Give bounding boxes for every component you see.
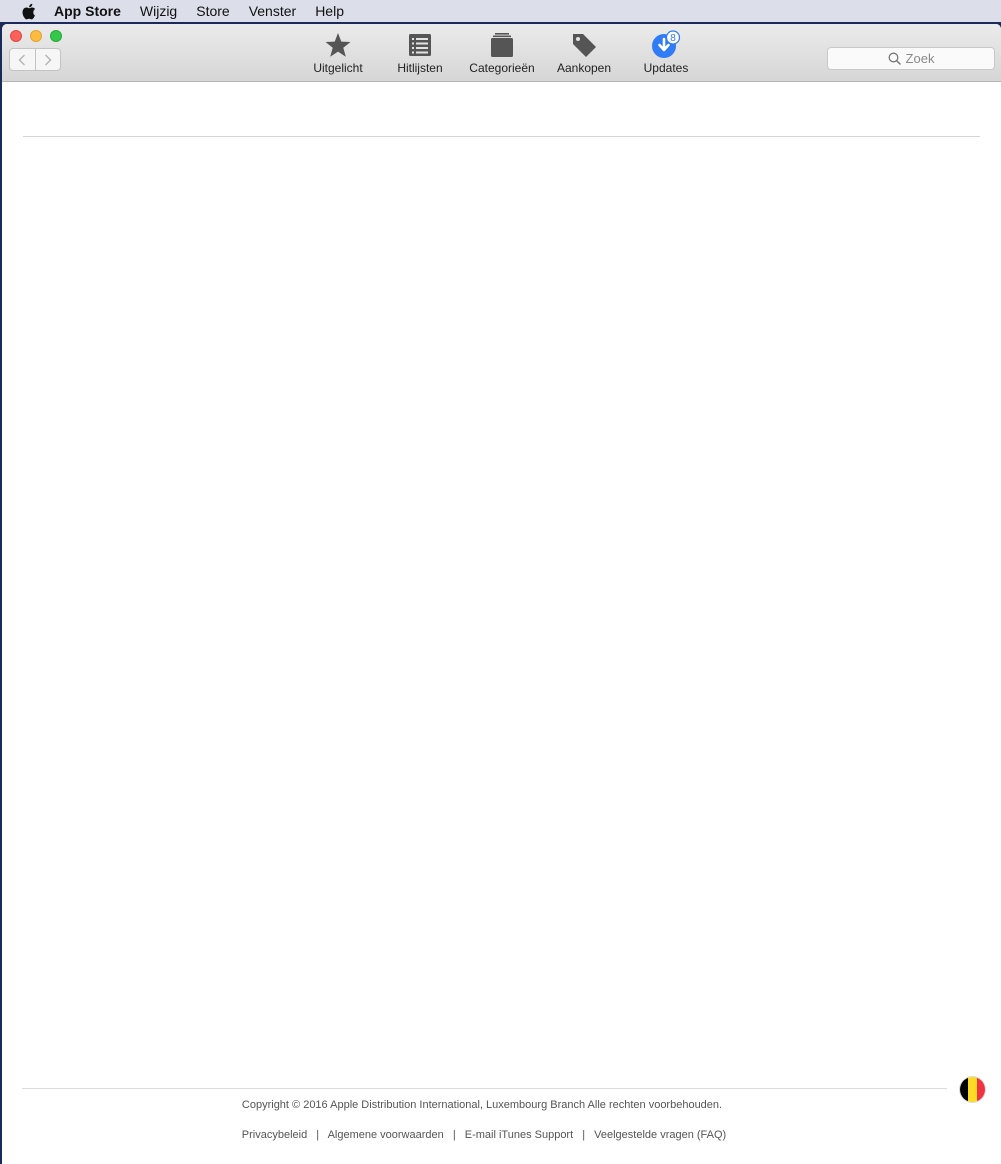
search-placeholder: Zoek [905,51,935,66]
content-divider [23,136,980,137]
main-content: Copyright © 2016 Apple Distribution Inte… [2,82,1001,1164]
download-update-icon: 8 [646,30,686,60]
faq-link[interactable]: Veelgestelde vragen (FAQ) [594,1129,726,1141]
menu-window[interactable]: Venster [249,0,296,22]
app-store-window: Uitgelicht Hitlijsten Categorieën Aankop… [2,24,1001,1164]
link-separator: | [582,1129,586,1141]
apple-icon[interactable] [20,2,36,20]
tab-charts-label: Hitlijsten [397,61,443,75]
footer-divider [22,1088,947,1089]
search-field[interactable]: Zoek [827,47,995,70]
terms-link[interactable]: Algemene voorwaarden [328,1129,444,1141]
copyright-text: Copyright © 2016 Apple Distribution Inte… [241,1099,723,1111]
updates-badge: 8 [670,33,676,44]
tab-featured-label: Uitgelicht [313,61,363,75]
link-separator: | [316,1129,320,1141]
link-separator: | [452,1129,456,1141]
tab-updates[interactable]: 8 Updates [626,30,706,78]
tab-featured[interactable]: Uitgelicht [298,30,378,78]
flag-stripe-yellow [968,1077,977,1102]
flag-stripe-red [976,1077,985,1102]
tab-purchases-label: Aankopen [556,61,612,75]
footer-links: Privacybeleid | Algemene voorwaarden | E… [2,1129,966,1141]
menu-bar: App Store Wijzig Store Venster Help [0,0,1001,22]
tab-categories-label: Categorieën [469,61,535,75]
tab-categories[interactable]: Categorieën [462,30,542,78]
belgium-flag-icon[interactable] [960,1077,985,1102]
stack-icon [482,30,522,60]
menu-app-store[interactable]: App Store [54,0,121,22]
toolbar: Uitgelicht Hitlijsten Categorieën Aankop… [2,24,1001,82]
menu-store[interactable]: Store [196,0,229,22]
list-icon [400,30,440,60]
tab-purchases[interactable]: Aankopen [544,30,624,78]
menu-edit[interactable]: Wijzig [140,0,177,22]
search-icon [888,52,901,65]
privacy-link[interactable]: Privacybeleid [242,1129,307,1141]
tab-charts[interactable]: Hitlijsten [380,30,460,78]
email-support-link[interactable]: E-mail iTunes Support [465,1129,573,1141]
menu-help[interactable]: Help [315,0,344,22]
tag-icon [564,30,604,60]
tab-updates-label: Updates [643,61,689,75]
star-icon [318,30,358,60]
